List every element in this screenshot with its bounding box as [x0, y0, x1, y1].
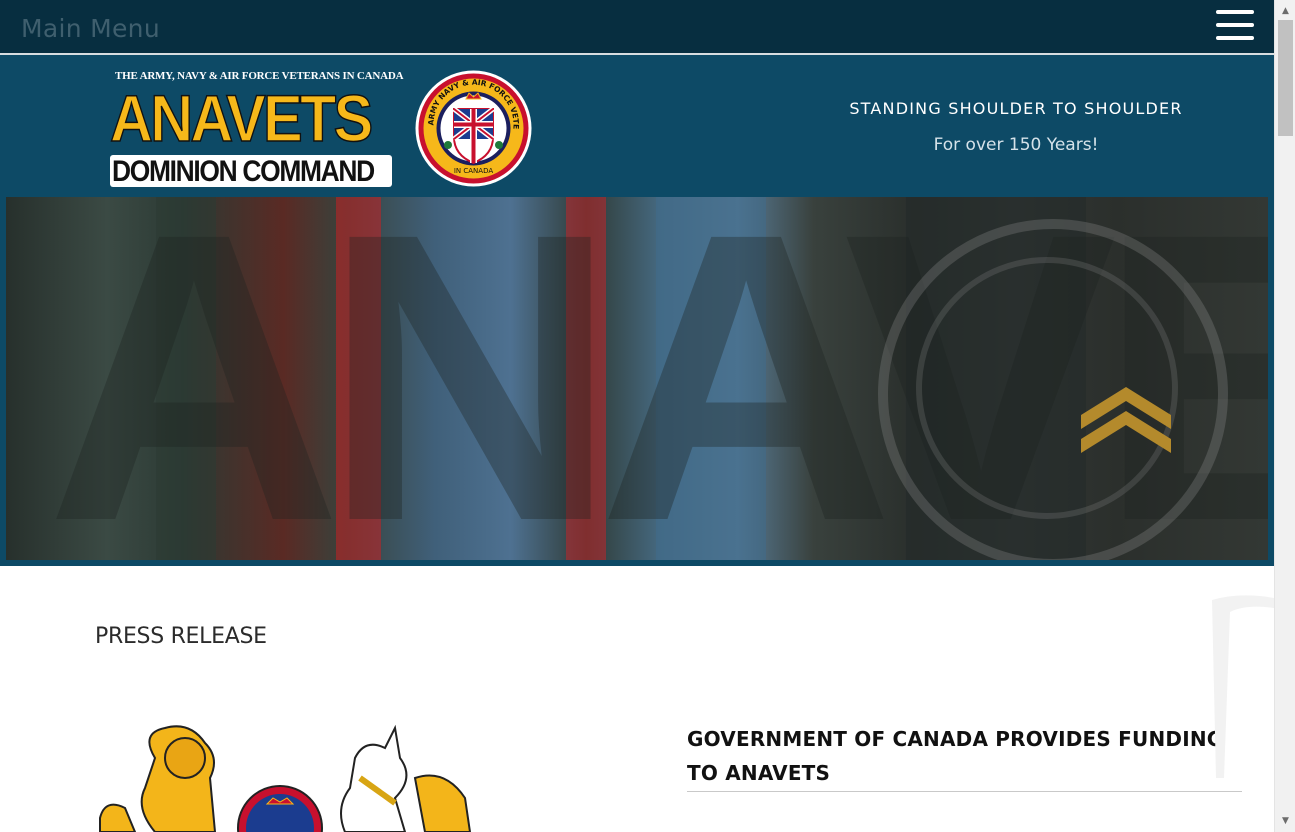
article-title[interactable]: GOVERNMENT OF CANADA PROVIDES FUNDING TO…: [687, 722, 1227, 790]
coat-of-arms-icon: [99, 724, 472, 832]
decorative-ghost-shape: [1212, 595, 1274, 778]
section-title: PRESS RELEASE: [95, 624, 267, 649]
rank-chevron-icon: [1081, 387, 1171, 453]
main-menu-label[interactable]: Main Menu: [21, 14, 160, 43]
logo-acronym: ANAVETS: [109, 81, 374, 155]
anavets-crest-icon: IN CANADA ARMY NAVY & AIR FORCE VETERANS: [414, 69, 532, 187]
scroll-down-arrow-icon[interactable]: ▼: [1275, 812, 1295, 830]
logo-subtitle: DOMINION COMMAND: [112, 155, 375, 188]
scroll-up-arrow-icon[interactable]: ▲: [1275, 2, 1295, 20]
site-header: THE ARMY, NAVY & AIR FORCE VETERANS IN C…: [0, 55, 1274, 197]
page-scrollbar[interactable]: ▲ ▼: [1274, 0, 1295, 832]
header-tagline-sub: For over 150 Years!: [933, 135, 1099, 155]
anavets-logo[interactable]: THE ARMY, NAVY & AIR FORCE VETERANS IN C…: [109, 69, 403, 189]
crest-bottom-text: IN CANADA: [454, 167, 493, 175]
logo-subtitle-plate: DOMINION COMMAND: [110, 155, 392, 188]
hamburger-icon[interactable]: [1216, 10, 1254, 42]
main-menu-bar: Main Menu: [0, 0, 1274, 55]
scrollbar-thumb[interactable]: [1278, 20, 1293, 136]
hero-banner-frame: ANAVETS: [0, 197, 1274, 566]
header-tagline: STANDING SHOULDER TO SHOULDER: [849, 99, 1183, 118]
hero-banner-image: ANAVETS: [6, 197, 1268, 560]
article-divider: [687, 791, 1242, 792]
